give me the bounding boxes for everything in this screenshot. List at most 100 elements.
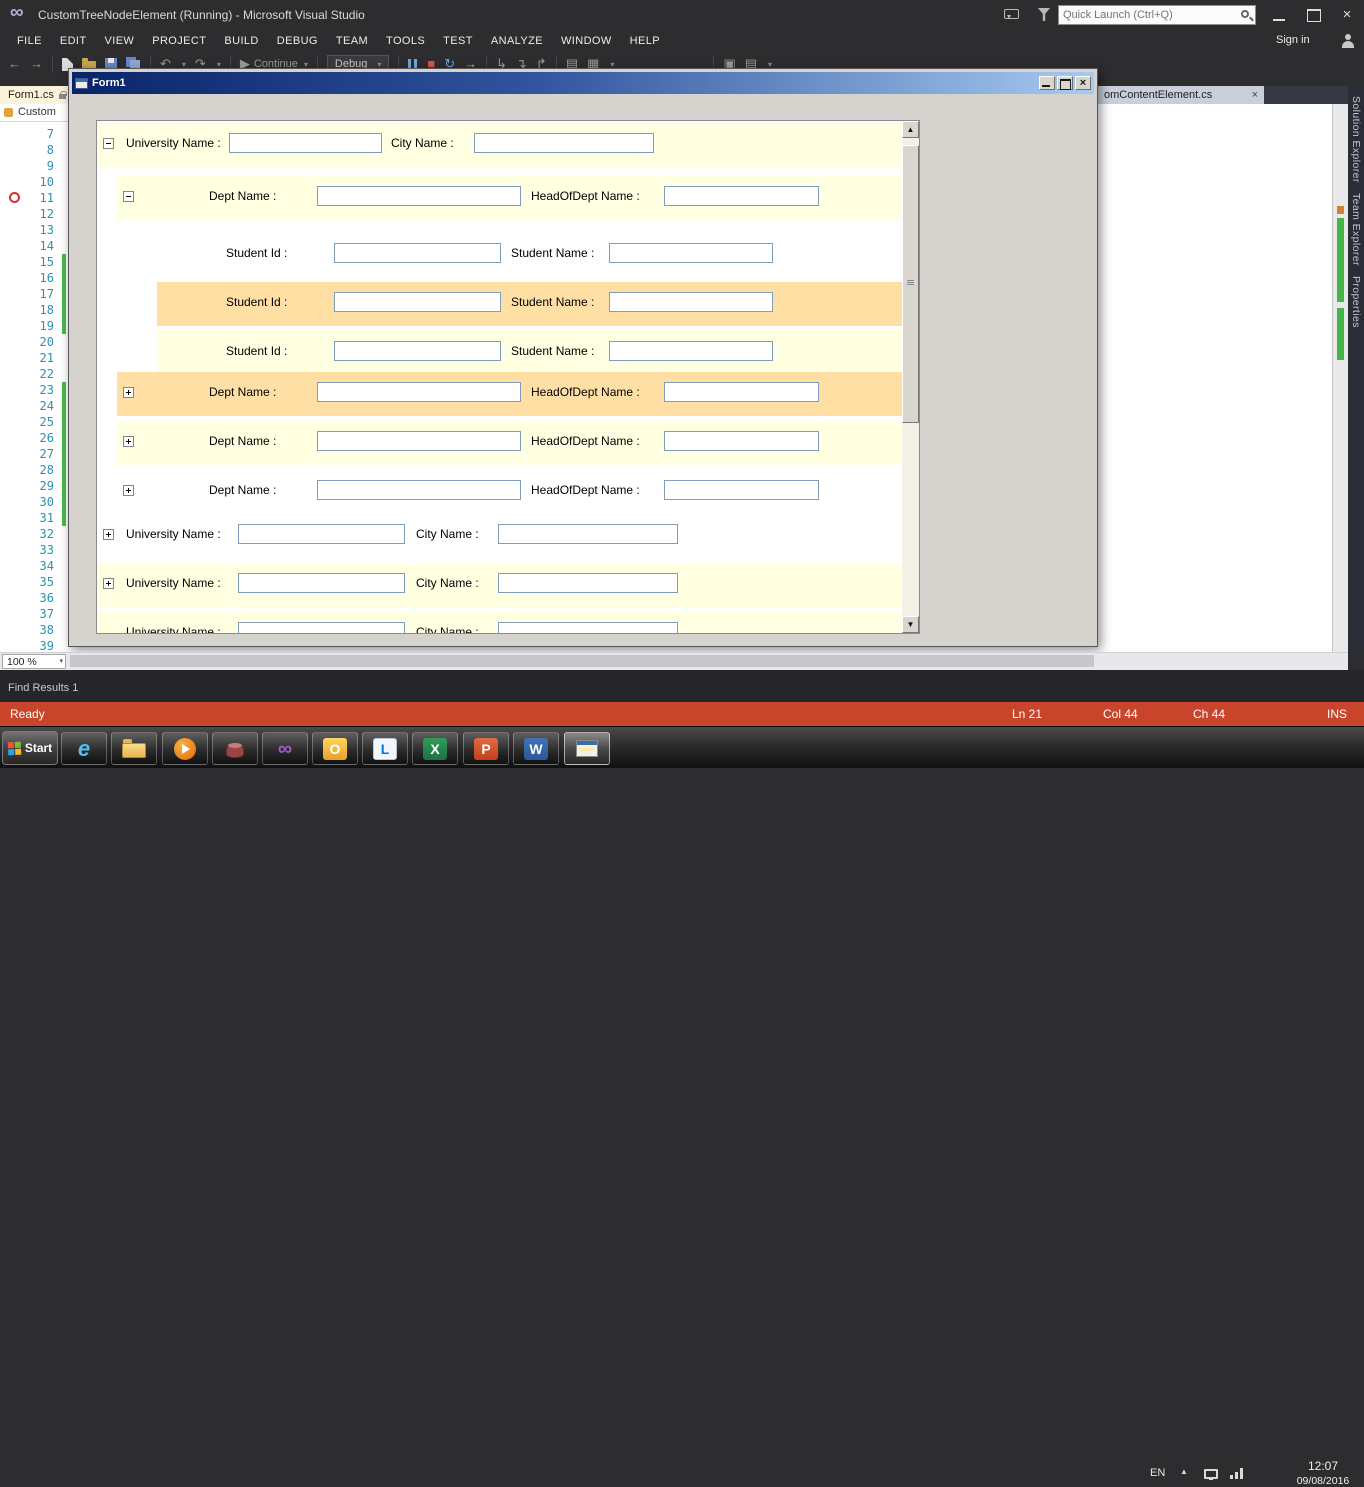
- university-name-input[interactable]: [229, 133, 382, 153]
- form-scrollbar[interactable]: ▲ ▼: [902, 121, 919, 633]
- editor-navigation-bar[interactable]: Custom: [0, 104, 68, 122]
- taskbar-file-explorer[interactable]: [111, 732, 157, 765]
- line-number-gutter: 7 8 9 10 11 12 13 14 15 16 17 18 19 20 21 22 23 24 25 26 27 2…: [6, 126, 54, 654]
- taskbar-powerpoint[interactable]: P: [463, 732, 509, 765]
- menu-item[interactable]: TOOLS: [377, 35, 434, 47]
- student-name-input[interactable]: [609, 243, 773, 263]
- taskbar-outlook[interactable]: O: [312, 732, 358, 765]
- show-hidden-icons-icon[interactable]: ▲: [1180, 1467, 1188, 1476]
- start-button[interactable]: Start: [2, 731, 58, 765]
- navigate-forward-icon[interactable]: →: [30, 55, 43, 73]
- line-number: 19: [39, 319, 54, 333]
- menu-item[interactable]: ANALYZE: [482, 35, 552, 47]
- city-name-input[interactable]: [498, 622, 678, 633]
- university-name-input[interactable]: [238, 524, 405, 544]
- menu-item[interactable]: WINDOW: [552, 35, 621, 47]
- city-name-input[interactable]: [474, 133, 654, 153]
- close-button[interactable]: ×: [1330, 0, 1364, 30]
- feedback-icon[interactable]: [1004, 9, 1019, 19]
- display-tray-icon[interactable]: [1204, 1469, 1218, 1480]
- taskbar-internet-explorer[interactable]: e: [61, 732, 107, 765]
- menu-item[interactable]: VIEW: [96, 35, 144, 47]
- network-tray-icon[interactable]: [1230, 1468, 1244, 1479]
- tab-label: Form1.cs: [8, 89, 54, 101]
- form-maximize-button[interactable]: [1057, 76, 1073, 90]
- taskbar-sql-server[interactable]: [212, 732, 258, 765]
- university-name-input[interactable]: [238, 622, 405, 633]
- head-of-dept-input[interactable]: [664, 382, 819, 402]
- auto-hide-tab[interactable]: Solution Explorer: [1350, 96, 1362, 183]
- line-number: 9: [46, 159, 54, 173]
- menu-item[interactable]: DEBUG: [268, 35, 327, 47]
- student-id-input[interactable]: [334, 341, 501, 361]
- city-name-input[interactable]: [498, 524, 678, 544]
- dept-name-input[interactable]: [317, 382, 521, 402]
- line-number: 28: [39, 463, 54, 477]
- form-minimize-button[interactable]: [1039, 76, 1055, 90]
- line-number: 17: [39, 287, 54, 301]
- student-name-input[interactable]: [609, 292, 773, 312]
- menu-item[interactable]: FILE: [8, 35, 51, 47]
- head-of-dept-input[interactable]: [664, 480, 819, 500]
- taskbar-word[interactable]: W: [513, 732, 559, 765]
- editor-scrollbar[interactable]: [1332, 104, 1348, 652]
- scrollbar-annotation: [1337, 308, 1344, 360]
- student-name-input[interactable]: [609, 341, 773, 361]
- minimize-button[interactable]: [1262, 0, 1296, 30]
- menu-item[interactable]: HELP: [621, 35, 669, 47]
- navigate-back-icon[interactable]: ←: [8, 55, 21, 73]
- university-name-input[interactable]: [238, 573, 405, 593]
- taskbar-form1-app[interactable]: [564, 732, 610, 765]
- collapse-button[interactable]: [123, 191, 134, 202]
- expand-button[interactable]: [123, 485, 134, 496]
- status-bar: Ready Ln 21 Col 44 Ch 44 INS: [0, 702, 1364, 726]
- taskbar-lync[interactable]: L: [362, 732, 408, 765]
- scroll-thumb[interactable]: [902, 145, 919, 423]
- collapse-button[interactable]: [103, 138, 114, 149]
- form-close-button[interactable]: ×: [1075, 76, 1091, 90]
- notifications-filter-icon[interactable]: [1038, 8, 1050, 21]
- menu-item[interactable]: EDIT: [51, 35, 96, 47]
- quick-launch-input[interactable]: [1063, 7, 1231, 23]
- sign-in-link[interactable]: Sign in: [1276, 34, 1310, 46]
- horizontal-scroll-thumb[interactable]: [70, 655, 1094, 667]
- tab-close-icon[interactable]: ×: [1252, 89, 1258, 101]
- tab-find-results[interactable]: Find Results 1: [8, 682, 78, 694]
- expand-button[interactable]: [123, 387, 134, 398]
- expand-button[interactable]: [103, 578, 114, 589]
- taskbar-media-player[interactable]: [162, 732, 208, 765]
- tab-customcontentelement[interactable]: omContentElement.cs ×: [1098, 86, 1264, 104]
- taskbar-clock[interactable]: 12:07 09/08/2016: [1288, 1459, 1358, 1487]
- expand-button[interactable]: [123, 436, 134, 447]
- user-avatar-icon[interactable]: [1340, 33, 1356, 49]
- head-of-dept-label: HeadOfDept Name :: [531, 385, 640, 399]
- taskbar-excel[interactable]: X: [412, 732, 458, 765]
- scroll-down-button[interactable]: ▼: [902, 616, 919, 633]
- form1-titlebar[interactable]: Form1 ×: [72, 72, 1094, 94]
- student-id-input[interactable]: [334, 243, 501, 263]
- city-name-input[interactable]: [498, 573, 678, 593]
- menu-item[interactable]: TEST: [434, 35, 482, 47]
- student-id-input[interactable]: [334, 292, 501, 312]
- auto-hide-tab[interactable]: Team Explorer: [1350, 193, 1362, 266]
- head-of-dept-input[interactable]: [664, 431, 819, 451]
- dept-name-input[interactable]: [317, 186, 521, 206]
- menu-item[interactable]: PROJECT: [143, 35, 215, 47]
- auto-hide-tab[interactable]: Properties: [1350, 276, 1362, 328]
- menu-item[interactable]: TEAM: [327, 35, 377, 47]
- expand-button[interactable]: [103, 529, 114, 540]
- language-indicator[interactable]: EN: [1150, 1467, 1165, 1479]
- form1-app-icon: [576, 740, 598, 757]
- breakpoint-indicator[interactable]: [9, 192, 20, 203]
- head-of-dept-input[interactable]: [664, 186, 819, 206]
- scroll-up-button[interactable]: ▲: [902, 121, 919, 138]
- line-number: 38: [39, 623, 54, 637]
- menu-item[interactable]: BUILD: [215, 35, 267, 47]
- taskbar-visual-studio[interactable]: ∞: [262, 732, 308, 765]
- tab-form1cs[interactable]: Form1.cs: [0, 86, 76, 104]
- zoom-control[interactable]: 100 % ▾: [2, 654, 66, 669]
- dept-name-input[interactable]: [317, 431, 521, 451]
- maximize-button[interactable]: [1296, 0, 1330, 30]
- outlook-icon: O: [323, 737, 347, 760]
- dept-name-input[interactable]: [317, 480, 521, 500]
